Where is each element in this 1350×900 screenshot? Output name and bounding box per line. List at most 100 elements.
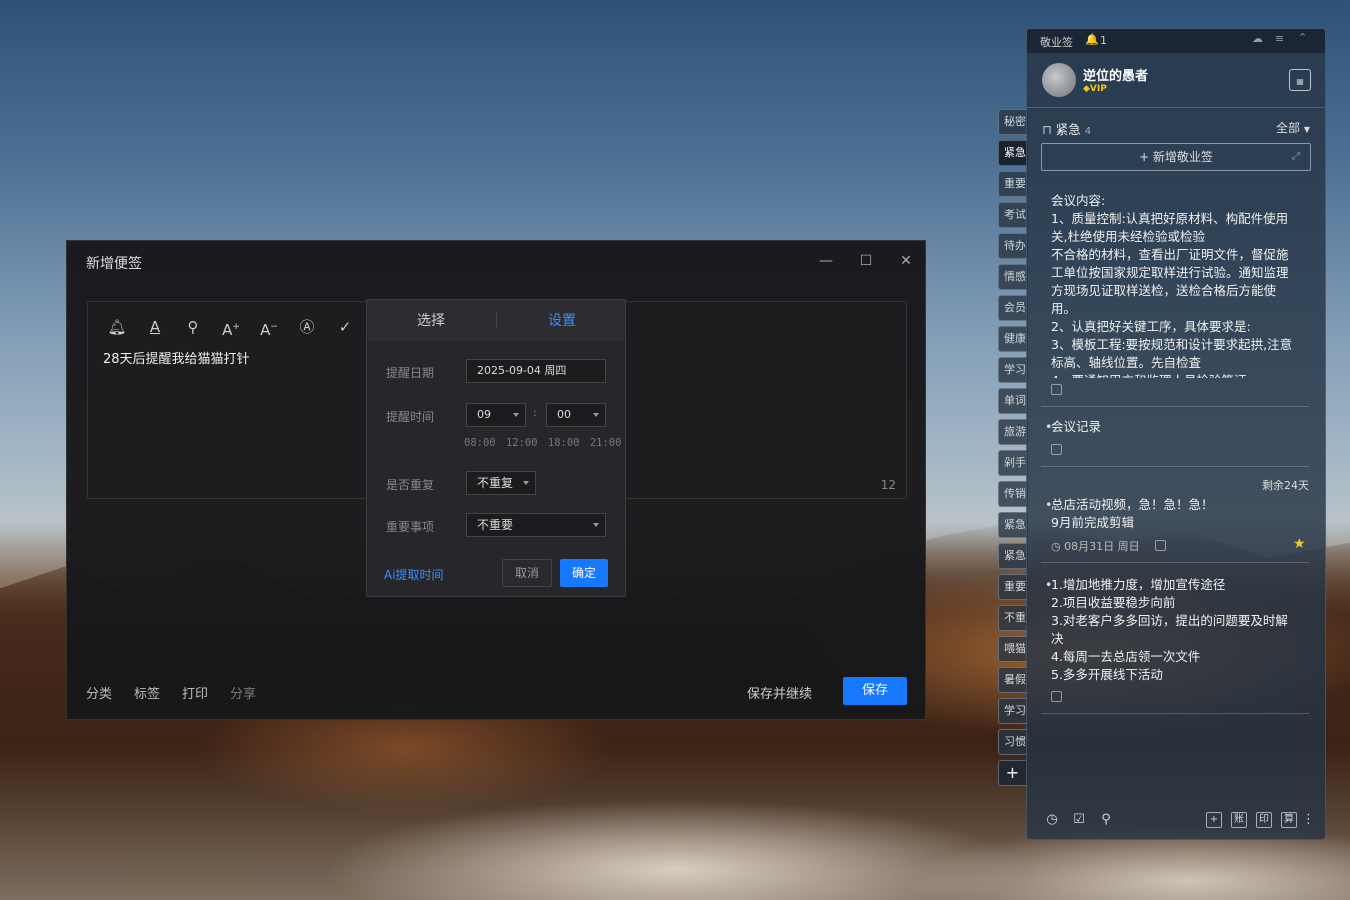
calendar-icon[interactable]: ▦ bbox=[1289, 69, 1311, 91]
note-item[interactable]: • 会议记录 bbox=[1045, 418, 1311, 436]
note-tag-icon[interactable] bbox=[1155, 540, 1166, 551]
filter-dropdown[interactable]: 全部 ▼ bbox=[1276, 119, 1310, 136]
side-tab[interactable]: 会员 bbox=[998, 295, 1028, 321]
side-tab[interactable]: 学习 bbox=[998, 698, 1028, 724]
note-line: 2.项目收益要稳步向前 bbox=[1051, 595, 1176, 610]
cancel-button[interactable]: 取消 bbox=[502, 559, 552, 587]
side-tab[interactable]: 紧急 bbox=[998, 140, 1028, 166]
side-tab[interactable]: 待办 bbox=[998, 233, 1028, 259]
quick-time[interactable]: 21:00 bbox=[590, 437, 622, 449]
bell-icon[interactable]: 🔔 bbox=[1085, 33, 1099, 46]
hour-select[interactable]: 09 bbox=[466, 403, 526, 427]
importance-select[interactable]: 不重要 bbox=[466, 513, 606, 537]
repeat-select[interactable]: 不重复 bbox=[466, 471, 536, 495]
bullet: • bbox=[1051, 192, 1052, 210]
side-tab[interactable]: 旅游 bbox=[998, 419, 1028, 445]
side-tab[interactable]: 紧急 bbox=[998, 512, 1028, 538]
divider bbox=[1027, 107, 1325, 108]
note-tag-icon[interactable] bbox=[1051, 444, 1062, 455]
note-line: 决 bbox=[1051, 631, 1064, 646]
app-name: 敬业签 bbox=[1040, 36, 1073, 49]
side-tab[interactable]: 情感 bbox=[998, 264, 1028, 290]
divider bbox=[1041, 466, 1309, 467]
todo-icon[interactable]: ☑ bbox=[1071, 812, 1087, 828]
print-link[interactable]: 打印 bbox=[182, 683, 208, 702]
note-item[interactable]: • 总店活动视频，急！急！急！ 9月前完成剪辑 bbox=[1045, 496, 1311, 532]
username[interactable]: 逆位的愚者 bbox=[1083, 65, 1148, 84]
ai-extract-link[interactable]: Ai提取时间 bbox=[384, 566, 444, 583]
more-icon[interactable]: ⋮ bbox=[1302, 812, 1315, 828]
avatar[interactable] bbox=[1042, 63, 1076, 97]
note-panel: 敬业签 🔔 1 ☁ ≡ ⌃ 逆位的愚者 ◆VIP ▦ ⊓ 紧急 4 全部 ▼ +… bbox=[1026, 28, 1326, 840]
note-line: 会议内容: bbox=[1051, 193, 1106, 208]
side-tab[interactable]: 传销 bbox=[998, 481, 1028, 507]
tab-divider bbox=[496, 312, 497, 328]
note-line: 2、认真把好关键工序，具体要求是: bbox=[1051, 319, 1251, 334]
minute-select[interactable]: 00 bbox=[546, 403, 606, 427]
note-item[interactable]: • 1.增加地推力度，增加宣传途径 2.项目收益要稳步向前 3.对老客户多多回访，提… bbox=[1045, 576, 1311, 684]
share-link[interactable]: 分享 bbox=[230, 683, 256, 702]
font-color-icon[interactable]: A bbox=[144, 316, 166, 338]
date-field[interactable]: 2025-09-04 周四 bbox=[466, 359, 606, 383]
maximize-icon[interactable]: ☐ bbox=[857, 252, 875, 270]
tab-select[interactable]: 选择 bbox=[417, 310, 445, 330]
side-tab[interactable]: 重要 bbox=[998, 171, 1028, 197]
close-icon[interactable]: ✕ bbox=[897, 252, 915, 270]
side-tab[interactable]: 健康 bbox=[998, 326, 1028, 352]
cloud-icon[interactable]: ☁ bbox=[1252, 32, 1263, 45]
star-icon[interactable]: ★ bbox=[1293, 536, 1306, 552]
note-tag-icon[interactable] bbox=[1051, 691, 1062, 702]
confirm-button[interactable]: 确定 bbox=[560, 559, 608, 587]
side-tab[interactable]: 学习 bbox=[998, 357, 1028, 383]
collapse-icon[interactable]: ⌃ bbox=[1298, 31, 1307, 44]
category-name: 紧急 bbox=[1055, 122, 1081, 137]
chevron-down-icon bbox=[593, 413, 599, 417]
tag-link[interactable]: 标签 bbox=[134, 683, 160, 702]
search-icon[interactable]: ⚲ bbox=[182, 316, 204, 338]
side-tab[interactable]: 考试 bbox=[998, 202, 1028, 228]
bullet: • bbox=[1045, 577, 1053, 592]
side-tab[interactable]: 紧急 bbox=[998, 543, 1028, 569]
side-tab[interactable]: 暑假 bbox=[998, 667, 1028, 693]
note-item[interactable]: • 会议内容: 1、质量控制:认真把好原材料、构配件使用关,杜绝使用未经检验或检验… bbox=[1051, 192, 1311, 378]
print-icon[interactable]: 印 bbox=[1256, 812, 1272, 828]
side-tab[interactable]: 剁手 bbox=[998, 450, 1028, 476]
panel-titlebar: 敬业签 🔔 1 ☁ ≡ ⌃ bbox=[1027, 29, 1325, 53]
side-tab[interactable]: 重要 bbox=[998, 574, 1028, 600]
history-icon[interactable]: ◷ bbox=[1044, 812, 1060, 828]
save-continue-button[interactable]: 保存并继续 bbox=[747, 683, 812, 702]
quick-time[interactable]: 08:00 bbox=[464, 437, 496, 449]
quick-time[interactable]: 18:00 bbox=[548, 437, 580, 449]
side-tab[interactable]: 习惯 bbox=[998, 729, 1028, 755]
minimize-icon[interactable]: — bbox=[817, 252, 835, 270]
side-tab[interactable]: 喂猫 bbox=[998, 636, 1028, 662]
tab-settings[interactable]: 设置 bbox=[548, 310, 576, 330]
add-category-button[interactable]: + bbox=[998, 760, 1026, 786]
new-note-button[interactable]: + 新增敬业签 ⤢ bbox=[1041, 143, 1311, 171]
category-link[interactable]: 分类 bbox=[86, 683, 112, 702]
font-increase-icon[interactable]: A+ bbox=[220, 316, 242, 339]
category-count: 4 bbox=[1084, 126, 1092, 137]
add-icon[interactable]: + bbox=[1206, 812, 1222, 828]
side-tab[interactable]: 单词 bbox=[998, 388, 1028, 414]
date-label: 提醒日期 bbox=[386, 366, 435, 380]
side-tab[interactable]: 秘密 bbox=[998, 109, 1028, 135]
quick-time[interactable]: 12:00 bbox=[506, 437, 538, 449]
font-decrease-icon[interactable]: A− bbox=[258, 316, 280, 339]
menu-icon[interactable]: ≡ bbox=[1275, 32, 1284, 45]
reminder-bell-icon[interactable]: 🔔︎ bbox=[106, 316, 128, 338]
check-icon[interactable]: ✓ bbox=[334, 316, 356, 338]
notify-count: 1 bbox=[1100, 34, 1107, 47]
repeat-label: 是否重复 bbox=[386, 478, 435, 492]
search-icon[interactable]: ⚲ bbox=[1098, 812, 1114, 828]
side-tab[interactable]: 不重 bbox=[998, 605, 1028, 631]
chevron-down-icon bbox=[593, 523, 599, 527]
calculator-icon[interactable]: 算 bbox=[1281, 812, 1297, 828]
divider bbox=[1041, 562, 1309, 563]
save-button[interactable]: 保存 bbox=[843, 677, 907, 705]
note-line: 1、质量控制:认真把好原材料、构配件使用 bbox=[1051, 211, 1289, 226]
note-tag-icon[interactable] bbox=[1051, 384, 1062, 395]
account-icon[interactable]: 账 bbox=[1231, 812, 1247, 828]
editor-content[interactable]: 28天后提醒我给猫猫打针 bbox=[103, 348, 250, 367]
ai-icon[interactable]: Ⓐ bbox=[296, 316, 318, 338]
